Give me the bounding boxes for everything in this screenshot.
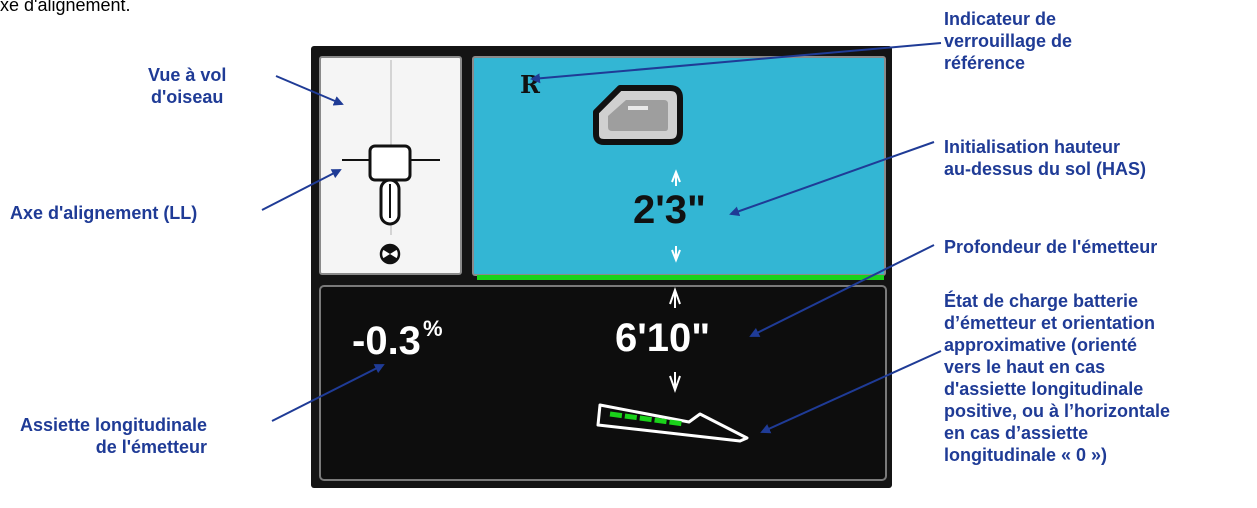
callout-battery-line-5: d'assiette longitudinale (944, 379, 1144, 399)
callout-hag-line-2: au-dessus du sol (HAS) (944, 159, 1147, 179)
callout-birds-eye: Vue à vol d'oiseau (148, 64, 226, 108)
callout-reference-lock-line-1: Indicateur de (944, 9, 1057, 29)
target-icon (379, 243, 401, 265)
callout-locate-line: Axe d'alignement (LL) (10, 203, 198, 223)
depth-down-arrow-icon (669, 372, 681, 393)
transmitter-battery-icon (596, 403, 749, 443)
depth-up-arrow-icon (669, 287, 681, 308)
callout-reference-lock: Indicateur de verrouillage de référence (944, 8, 1072, 74)
callout-reference-lock-line-2: verrouillage de (944, 31, 1073, 51)
callout-pitch: Assiette longitudinale de l'émetteur (20, 414, 207, 458)
callout-pitch-line-2: de l'émetteur (95, 437, 208, 457)
callout-battery-line-1: État de charge batterie (944, 291, 1139, 311)
callout-battery-line-8: longitudinale « 0 ») (944, 445, 1108, 465)
callout-pitch-line-1: Assiette longitudinale (20, 415, 208, 435)
callout-hag: Initialisation hauteur au-dessus du sol … (944, 136, 1146, 180)
up-arrow-icon (671, 169, 681, 186)
callout-battery-line-4: vers le haut en cas (944, 357, 1106, 377)
callout-depth: Profondeur de l'émetteur (944, 237, 1158, 257)
callout-battery-line-2: d’émetteur et orientation (944, 313, 1156, 333)
callout-battery-line-3: approximative (orienté (944, 335, 1138, 355)
down-arrow-icon (671, 246, 681, 263)
callout-birds-eye-line-1: Vue à vol (148, 65, 227, 85)
birds-eye-graphics (342, 60, 440, 265)
locator-icon (368, 144, 412, 226)
callout-arrows (261, 42, 942, 434)
callout-reference-lock-line-3: référence (944, 53, 1026, 73)
callout-birds-eye-line-2: d'oiseau (151, 87, 224, 107)
reference-lock-icon (593, 85, 683, 145)
callout-battery-line-6: positive, ou à l’horizontale (944, 401, 1171, 421)
callout-battery: État de charge batterie d’émetteur et or… (944, 290, 1170, 466)
callout-hag-line-1: Initialisation hauteur (944, 137, 1121, 157)
callout-battery-line-7: en cas d’assiette (944, 423, 1089, 443)
